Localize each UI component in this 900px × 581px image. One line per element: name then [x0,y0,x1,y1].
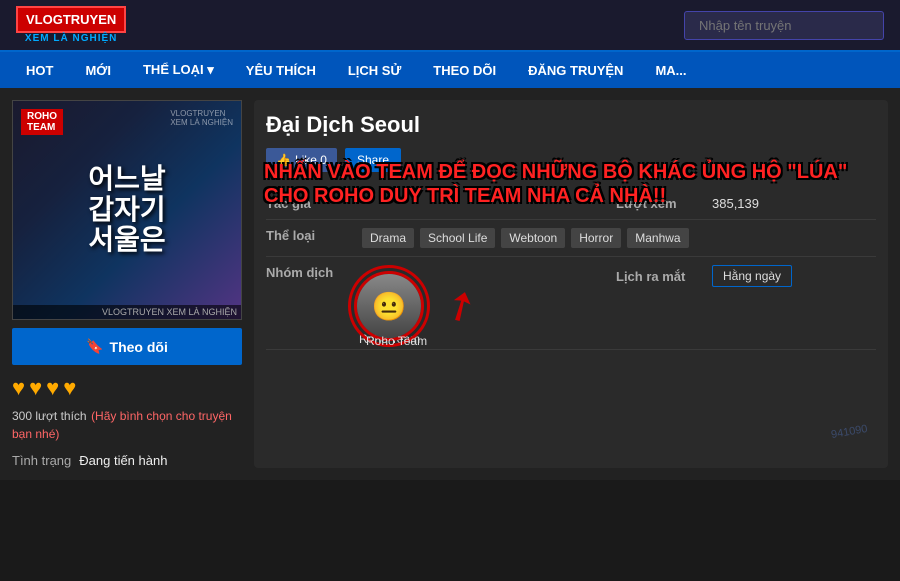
sidebar: ROHOTEAM VLOGTRUYENXEM LÀ NGHIỆN 어느날갑자기서… [12,100,242,468]
views-label: Lượt xem [616,196,696,211]
genre-label: Thể loại [266,228,346,243]
tag-drama[interactable]: Drama [362,228,414,248]
like-button[interactable]: 👍 Like 0 [266,148,337,172]
release-value: Hằng ngày [712,265,792,287]
views-value: 385,139 [712,196,759,211]
manga-detail: Đại Dịch Seoul 👍 Like 0 Share NHẤN VÀO T… [254,100,888,468]
nav-dangtruyen[interactable]: ĐĂNG TRUYỆN [512,53,639,88]
tag-manhwa[interactable]: Manhwa [627,228,688,248]
author-label: Tác giả [266,196,346,211]
thumbs-icon: 👍 [276,153,291,167]
likes-count: 300 lượt thích [12,409,87,423]
heart-4: ♥ [63,375,76,401]
heart-1: ♥ [12,375,25,401]
tag-webtoon[interactable]: Webtoon [501,228,565,248]
nav-theodoi[interactable]: THEO DÕI [417,53,512,88]
logo-area: VLOGTRUYEN XEM LÀ NGHIỆN [16,6,126,44]
author-views-row: Tác giả Lượt xem 385,139 [266,188,876,220]
manga-cover: ROHOTEAM VLOGTRUYENXEM LÀ NGHIỆN 어느날갑자기서… [12,100,242,320]
nav-lichsu[interactable]: LỊCH SỬ [332,53,417,88]
status-row: Tình trạng Đang tiến hành [12,453,242,468]
nav-moi[interactable]: MỚI [69,53,127,88]
genre-row: Thể loại Drama School Life Webtoon Horro… [266,220,876,257]
nav-hot[interactable]: HOT [10,53,69,88]
info-section: Tác giả Lượt xem 385,139 Thể loại Drama … [266,188,876,350]
status-label: Tình trạng [12,453,71,468]
bookmark-icon: 🔖 [86,338,103,355]
group-label: Nhóm dịch [266,265,346,280]
follow-button[interactable]: 🔖 Theo dõi [12,328,242,365]
release-section: Lịch ra mắt Hằng ngày [616,265,876,287]
nav-more[interactable]: MA... [639,53,702,88]
likes-section: 300 lượt thích (Hãy bình chọn cho truyện… [12,407,242,443]
genre-tags: Drama School Life Webtoon Horror Manhwa [362,228,689,248]
main-content: ROHOTEAM VLOGTRUYENXEM LÀ NGHIỆN 어느날갑자기서… [0,88,900,480]
tag-school[interactable]: School Life [420,228,495,248]
release-label: Lịch ra mắt [616,269,696,284]
views-section: Lượt xem 385,139 [616,196,876,211]
cover-bottom-label: VLOGTRUYEN XEM LÀ NGHIỆN [13,305,241,319]
logo-sub: XEM LÀ NGHIỆN [25,33,117,44]
header: VLOGTRUYEN XEM LÀ NGHIỆN [0,0,900,52]
team-name: Roho Team [366,334,427,348]
watermark: 941090 [831,423,869,441]
team-section: 😐 Roho Team ➚ [354,265,478,341]
share-button[interactable]: Share [345,148,401,172]
manga-title: Đại Dịch Seoul [266,112,876,138]
heart-3: ♥ [46,375,59,401]
status-value: Đang tiến hành [79,453,167,468]
cover-watermark: VLOGTRUYENXEM LÀ NGHIỆN [170,109,233,127]
team-avatar-wrapper: 😐 [354,271,424,341]
logo-main[interactable]: VLOGTRUYEN [16,6,126,33]
roho-label: ROHOTEAM [21,109,63,135]
hearts-rating: ♥ ♥ ♥ ♥ [12,375,242,401]
main-nav: HOT MỚI THỂ LOẠI ▾ YÊU THÍCH LỊCH SỬ THE… [0,52,900,88]
heart-2: ♥ [29,375,42,401]
arrow-icon: ➚ [435,278,487,335]
nav-yeuthich[interactable]: YÊU THÍCH [230,53,332,88]
tag-horror[interactable]: Horror [571,228,621,248]
cover-title-japanese: 어느날갑자기서울은 [88,164,165,256]
search-input[interactable] [684,11,884,40]
nav-theloai[interactable]: THỂ LOẠI ▾ [127,52,230,88]
action-buttons: 👍 Like 0 Share [266,148,876,172]
